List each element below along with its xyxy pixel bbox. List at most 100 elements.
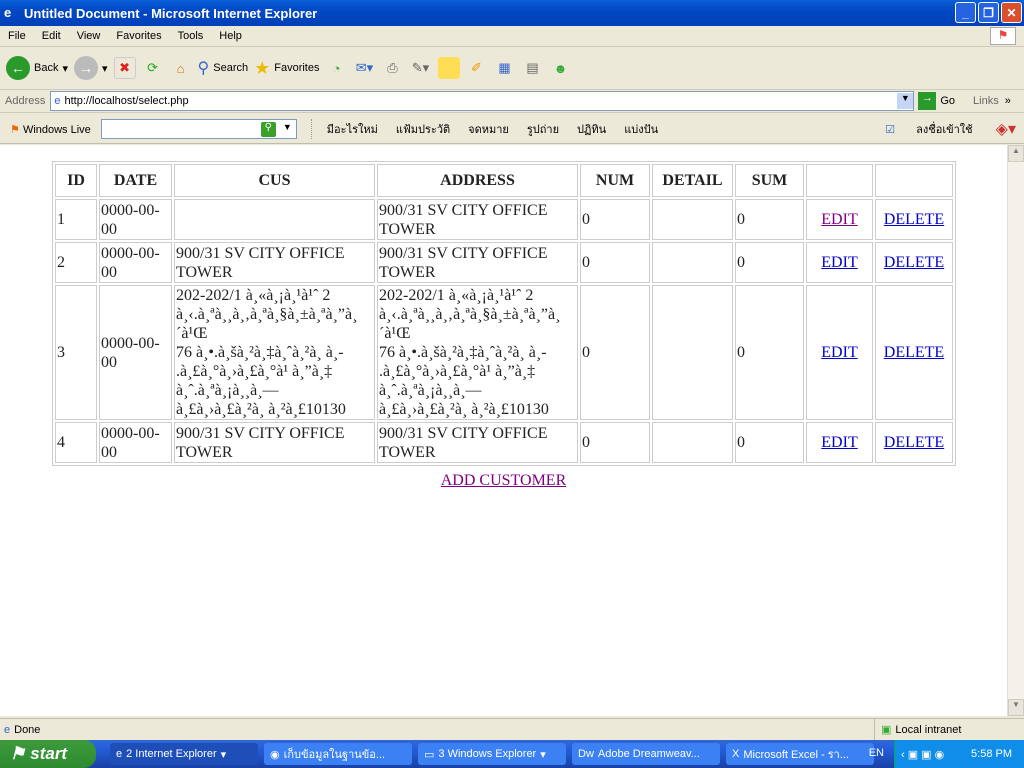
close-button[interactable]: ✕	[1001, 2, 1022, 23]
live-mail[interactable]: จดหมาย	[459, 120, 518, 138]
header-edit	[806, 164, 873, 197]
tools-icon[interactable]: ▤	[522, 57, 544, 79]
customer-table: ID DATE CUS ADDRESS NUM DETAIL SUM 1 0000…	[52, 161, 956, 466]
delete-link[interactable]: DELETE	[884, 344, 944, 361]
task-internet-explorer[interactable]: e2 Internet Explorer ▾	[110, 743, 258, 765]
menu-bar: File Edit View Favorites Tools Help	[0, 26, 1024, 47]
menu-help[interactable]: Help	[211, 30, 250, 42]
delete-link[interactable]: DELETE	[884, 254, 944, 271]
favorites-button[interactable]: ★ Favorites	[254, 58, 319, 79]
menu-view[interactable]: View	[69, 30, 109, 42]
edit-link[interactable]: EDIT	[821, 254, 857, 271]
task-excel[interactable]: X Microsoft Excel - รา...	[726, 743, 874, 765]
live-photos[interactable]: รูปถ่าย	[518, 120, 568, 138]
forward-arrow-icon: →	[74, 56, 98, 80]
back-button[interactable]: ← Back ▾	[6, 56, 68, 80]
cell-edit: EDIT	[806, 242, 873, 283]
windows-live-brand[interactable]: ⚑ Windows Live	[0, 123, 101, 136]
cell-address: 900/31 SV CITY OFFICE TOWER	[377, 422, 578, 463]
task-chrome[interactable]: ◉ เก็บข้อมูลในฐานข้อ...	[264, 743, 412, 765]
mail-icon[interactable]: ✉▾	[354, 57, 376, 79]
window-title: Untitled Document - Microsoft Internet E…	[24, 5, 318, 21]
messenger-icon[interactable]: ▦	[494, 57, 516, 79]
header-num: NUM	[580, 164, 650, 197]
delete-link[interactable]: DELETE	[884, 211, 944, 228]
scroll-down-icon[interactable]: ▼	[1008, 699, 1024, 716]
cell-delete: DELETE	[875, 199, 953, 240]
table-row: 2 0000-00- 00 900/31 SV CITY OFFICE TOWER 9…	[55, 242, 953, 283]
table-row: 3 0000-00- 00 202-202/1 à¸«à¸¡à¸¹à¹ˆ 2 à¸‹…	[55, 285, 953, 420]
stop-icon[interactable]: ✖	[113, 57, 136, 79]
minimize-button[interactable]: _	[955, 2, 976, 23]
home-icon[interactable]: ⌂	[170, 57, 192, 79]
cell-cus: 900/31 SV CITY OFFICE TOWER	[174, 422, 375, 463]
cell-detail	[652, 242, 733, 283]
cell-date: 0000-00- 00	[99, 199, 172, 240]
address-input[interactable]: e http://localhost/select.php ▼	[50, 91, 915, 111]
windows-flag-icon: ⚑	[10, 123, 20, 136]
menu-favorites[interactable]: Favorites	[108, 30, 169, 42]
live-share[interactable]: แบ่งปัน	[615, 120, 667, 138]
task-dreamweaver[interactable]: Dw Adobe Dreamweav...	[572, 743, 720, 765]
search-button[interactable]: ⚲ Search	[198, 58, 249, 78]
forward-button[interactable]: → ▾	[74, 56, 108, 80]
research-icon[interactable]: ✐	[466, 57, 488, 79]
cell-id: 2	[55, 242, 97, 283]
dreamweaver-icon: Dw	[578, 748, 594, 760]
live-settings-icon[interactable]: ◈▾	[996, 119, 1016, 139]
refresh-icon[interactable]: ⟳	[142, 57, 164, 79]
start-button[interactable]: ⚑ start	[0, 740, 96, 768]
discuss-icon[interactable]	[437, 57, 460, 79]
windows-flag-icon: ⚑	[10, 744, 26, 763]
ie-icon: e	[4, 5, 12, 20]
toolbar: ← Back ▾ → ▾ ✖ ⟳ ⌂ ⚲ Search ★ Favorites ◔ ✉…	[0, 47, 1024, 90]
cell-cus	[174, 199, 375, 240]
menu-file[interactable]: File	[0, 30, 34, 42]
go-button[interactable]: → Go	[918, 92, 955, 110]
header-detail: DETAIL	[652, 164, 733, 197]
checkbox-icon[interactable]: ☑	[885, 123, 895, 136]
address-dropdown-icon[interactable]: ▼	[897, 93, 914, 109]
dropdown-icon[interactable]: ▼	[283, 122, 292, 132]
header-date: DATE	[99, 164, 172, 197]
system-tray: ‹ ▣ ▣ ◉ 5:58 PM	[894, 740, 1024, 768]
clock: 5:58 PM	[971, 748, 1012, 760]
cell-id: 1	[55, 199, 97, 240]
cell-id: 3	[55, 285, 97, 420]
language-indicator[interactable]: EN	[869, 747, 884, 759]
edit-link[interactable]: EDIT	[821, 434, 857, 451]
delete-link[interactable]: DELETE	[884, 434, 944, 451]
live-signin[interactable]: ลงชื่อเข้าใช้	[907, 120, 981, 138]
add-customer-link[interactable]: ADD CUSTOMER	[441, 472, 567, 489]
cell-address: 202-202/1 à¸«à¸¡à¸¹à¹ˆ 2 à¸‹.à¸ªà¸¸à¸‚à¸…	[377, 285, 578, 420]
cell-date: 0000-00- 00	[99, 242, 172, 283]
cell-num: 0	[580, 242, 650, 283]
scroll-up-icon[interactable]: ▲	[1008, 145, 1024, 162]
edit-link[interactable]: EDIT	[821, 344, 857, 361]
people-icon[interactable]: ☻	[550, 57, 572, 79]
cell-delete: DELETE	[875, 242, 953, 283]
chevron-icon[interactable]: »	[1005, 95, 1011, 107]
live-whats-new[interactable]: มีอะไรใหม่	[318, 120, 387, 138]
edit-icon[interactable]: ✎▾	[410, 57, 432, 79]
vertical-scrollbar[interactable]: ▲ ▼	[1007, 145, 1024, 716]
history-icon[interactable]: ◔	[326, 57, 348, 79]
live-profile[interactable]: แฟ้มประวัติ	[387, 120, 459, 138]
menu-edit[interactable]: Edit	[34, 30, 69, 42]
maximize-button[interactable]: ❐	[978, 2, 999, 23]
live-calendar[interactable]: ปฏิทิน	[568, 120, 615, 138]
task-windows-explorer[interactable]: ▭ 3 Windows Explorer ▾	[418, 743, 566, 765]
live-search-input[interactable]: ⚲ ▼	[100, 119, 297, 139]
cell-detail	[652, 285, 733, 420]
tray-icons[interactable]: ‹ ▣ ▣ ◉	[895, 748, 944, 761]
chrome-icon: ◉	[270, 748, 280, 761]
edit-link[interactable]: EDIT	[821, 211, 857, 228]
intranet-icon: ▣	[881, 724, 892, 736]
search-icon[interactable]: ⚲	[260, 122, 276, 137]
cell-num: 0	[580, 285, 650, 420]
menu-tools[interactable]: Tools	[170, 30, 212, 42]
header-delete	[875, 164, 953, 197]
cell-edit: EDIT	[806, 199, 873, 240]
links-button[interactable]: Links	[973, 95, 999, 107]
print-icon[interactable]: ⎙	[382, 57, 404, 79]
